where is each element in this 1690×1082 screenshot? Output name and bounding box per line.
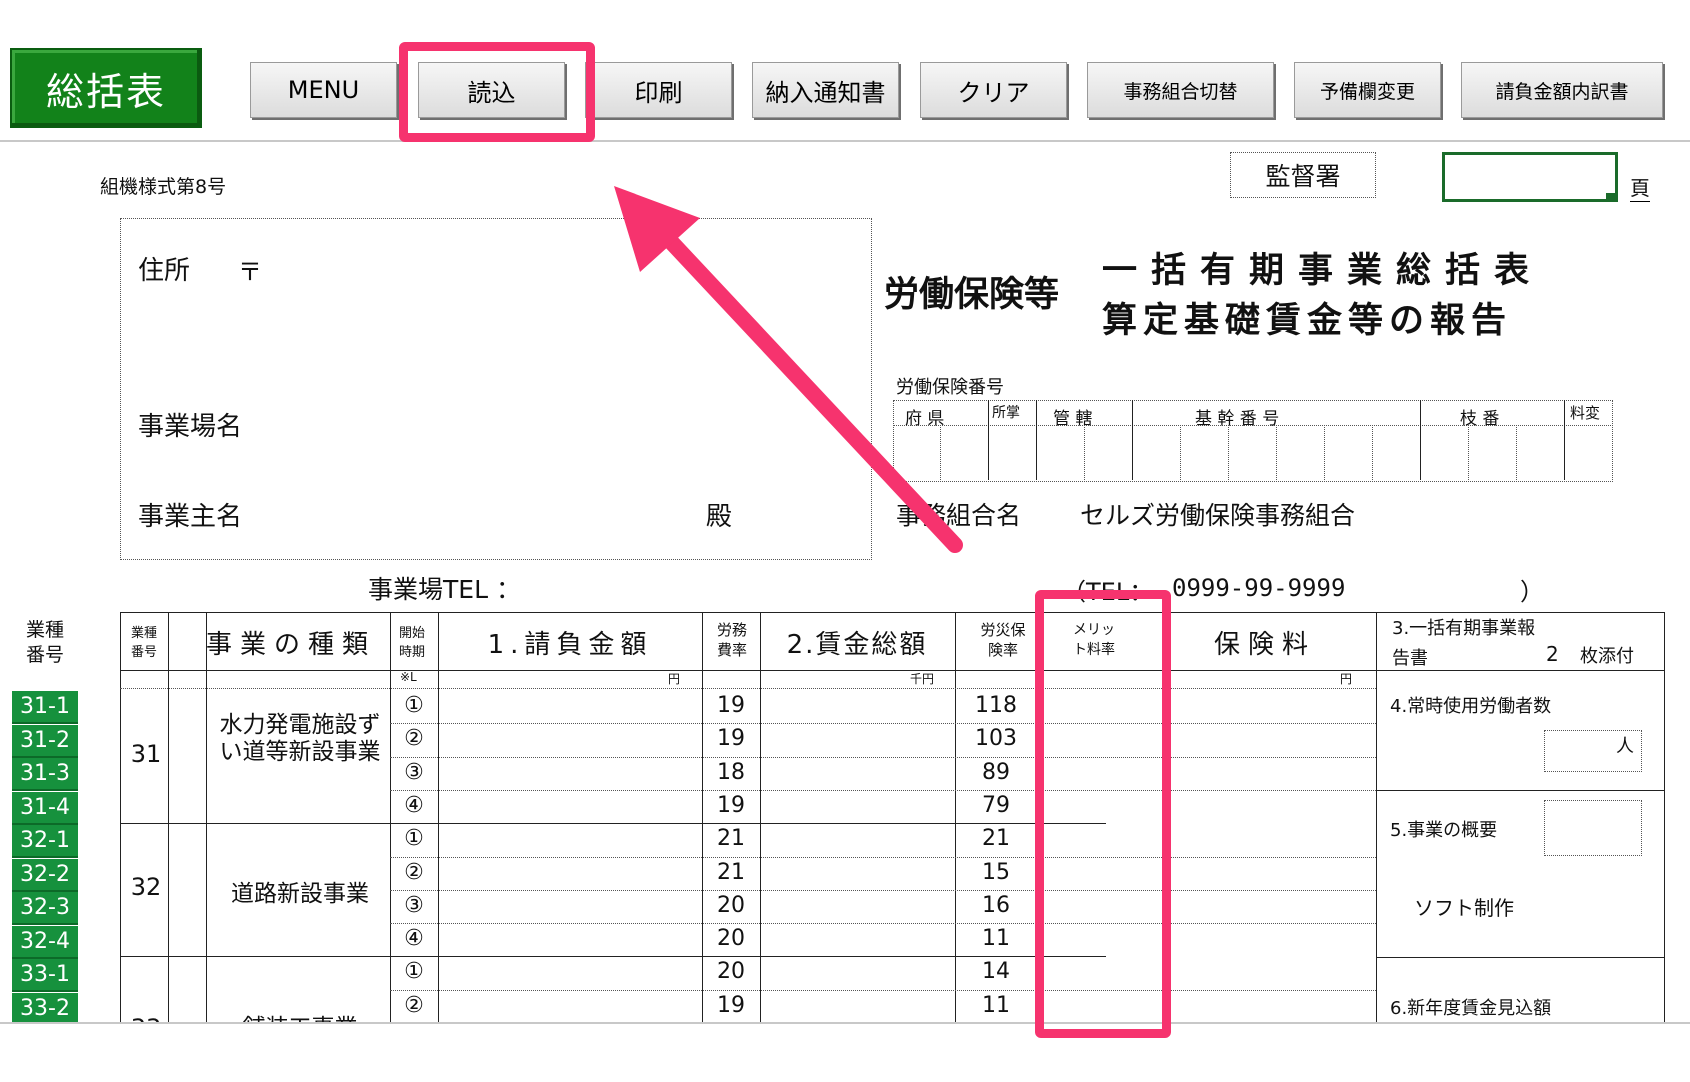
annotation-arrow-icon bbox=[614, 186, 963, 553]
